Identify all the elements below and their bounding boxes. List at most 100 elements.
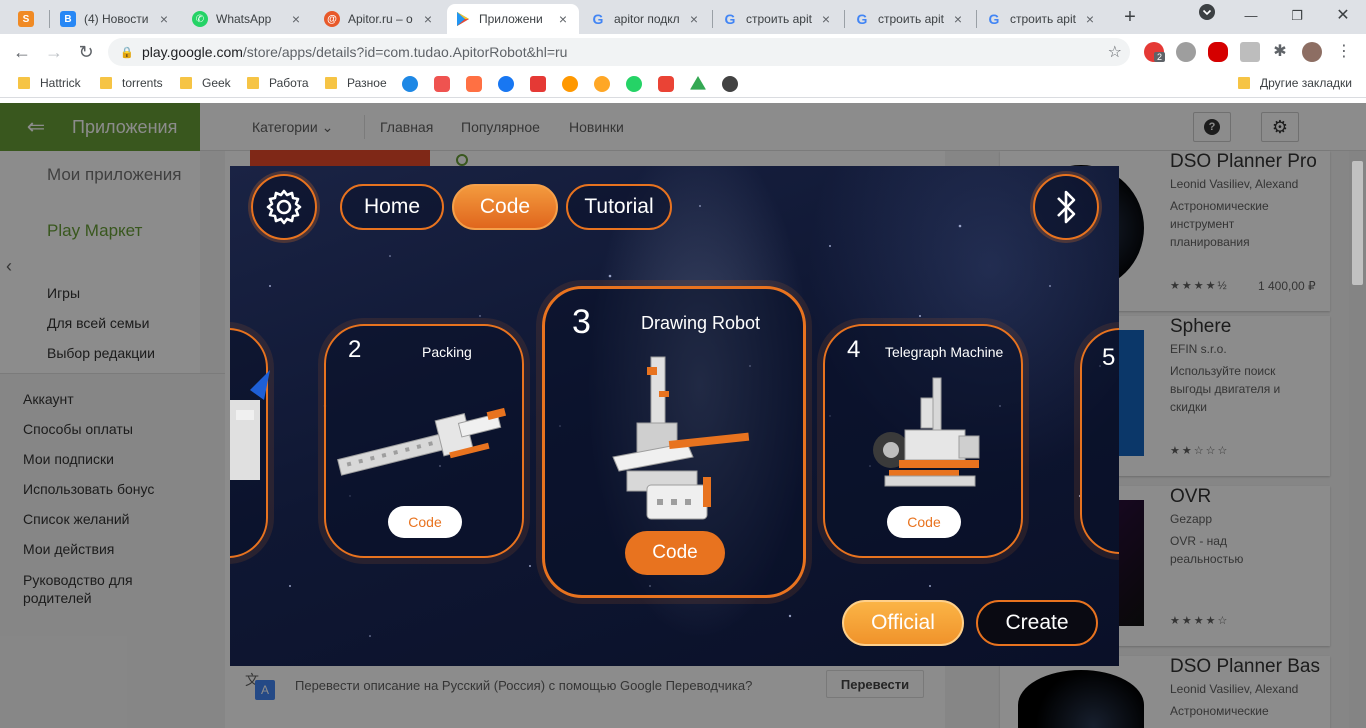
robot-image [230,370,270,480]
tv-icon[interactable] [530,76,546,92]
close-icon[interactable]: × [686,11,702,27]
close-icon[interactable]: × [950,11,966,27]
tab-tutorial[interactable]: Tutorial [566,184,672,230]
address-bar[interactable]: 🔒 play.google.com/store/apps/details?id=… [108,38,1130,66]
folder-icon [180,77,192,89]
gear-icon [266,189,302,225]
bookmark-label: Hattrick [40,76,81,90]
tab-title: Apitor.ru – о [348,12,413,26]
avatar[interactable] [1302,42,1322,62]
browser-tab-7[interactable]: G строить apit × [846,4,974,34]
tab-search-icon[interactable] [1190,4,1224,28]
telegraph-machine-image [873,377,980,487]
tab-title: строить apit [878,12,944,26]
other-bookmarks[interactable]: Другие закладки [1238,76,1352,90]
gmail-icon[interactable] [658,76,674,92]
bookmark-rabota[interactable]: Работа [247,76,309,90]
scrollbar-thumb[interactable] [1352,161,1363,285]
bookmark-star-icon[interactable]: ☆ [1108,42,1122,62]
tab-title: строить apit [1010,12,1076,26]
settings-button[interactable] [251,174,317,240]
close-icon[interactable]: × [288,11,304,27]
beta-icon[interactable] [594,76,610,92]
create-button[interactable]: Create [976,600,1098,646]
close-icon[interactable]: × [156,11,172,27]
reel-icon[interactable] [562,76,578,92]
google-icon: G [856,11,868,27]
tab-code[interactable]: Code [452,184,558,230]
opera-extension-icon[interactable] [1208,42,1228,62]
code-button[interactable]: Code [625,531,725,575]
bluetooth-icon [1057,190,1076,224]
folder-icon [100,77,112,89]
bookmark-label: Geek [202,76,231,90]
whatsapp-icon[interactable] [626,76,642,92]
adblock-extension-icon[interactable]: 2 [1144,42,1166,62]
code-button[interactable]: Code [388,506,462,538]
browser-tab-6[interactable]: G строить apit × [714,4,842,34]
browser-tab-3[interactable]: @ Apitor.ru – о × [316,4,444,34]
vk-icon: B [60,11,76,27]
google-drive-icon[interactable] [690,76,706,90]
project-card-1[interactable] [230,328,270,558]
reload-icon[interactable]: ↻ [74,40,98,64]
profile-extension-icon[interactable] [1240,42,1260,62]
puzzle-extensions-icon[interactable]: ✱ [1270,42,1290,62]
tab-strip: S B (4) Новости × ✆ WhatsApp × @ Apitor.… [0,0,1366,34]
official-button[interactable]: Official [842,600,964,646]
bookmark-torrents[interactable]: torrents [100,76,163,90]
tab-title: (4) Новости [84,12,149,26]
tab-separator [49,10,50,28]
tab-title: строить apit [746,12,812,26]
shield-icon[interactable] [466,76,482,92]
bluetooth-button[interactable] [1033,174,1099,240]
extension-badge: 2 [1154,52,1166,62]
tab-home[interactable]: Home [340,184,444,230]
lock-icon: 🔒 [120,46,134,59]
app-screenshot: Home Code Tutorial 2 Packing Code 3 Draw… [230,166,1119,666]
browser-tab-2[interactable]: ✆ WhatsApp × [184,4,312,34]
close-icon[interactable]: × [420,11,436,27]
window-close-icon[interactable]: ✕ [1326,4,1360,28]
back-icon[interactable]: ← [10,40,34,64]
project-name: Drawing Robot [641,313,761,333]
mail-ru-icon[interactable] [402,76,418,92]
maximize-icon[interactable]: ❐ [1280,4,1314,28]
url-host: play.google.com [142,44,243,60]
close-icon[interactable]: × [1082,11,1098,27]
code-button[interactable]: Code [887,506,961,538]
browser-tab-0[interactable]: S [10,4,46,34]
new-tab-button[interactable]: + [1119,6,1141,28]
project-number: 5 [1102,344,1116,371]
project-card-4[interactable]: 4 Telegraph Machine Code [823,324,1023,558]
menu-icon[interactable]: ⋮ [1334,42,1354,62]
project-number: 2 [348,336,362,363]
drawing-robot-image [612,356,750,520]
extension-icon[interactable] [1176,42,1196,62]
project-card-3[interactable]: 3 Drawing Robot Code [542,286,806,598]
minimize-icon[interactable]: — [1234,4,1268,28]
project-card-2[interactable]: 2 Packing Code [324,324,524,558]
film-icon[interactable] [722,76,738,92]
browser-toolbar: ← → ↻ 🔒 play.google.com/store/apps/detai… [0,34,1366,70]
facebook-icon[interactable] [498,76,514,92]
whatsapp-icon: ✆ [192,11,208,27]
bookmark-label: torrents [122,76,163,90]
project-card-5[interactable]: 5 [1080,328,1119,554]
bookmark-hattrick[interactable]: Hattrick [18,76,81,90]
forward-icon[interactable]: → [42,40,66,64]
bookmark-raznoe[interactable]: Разное [325,76,387,90]
browser-tab-5[interactable]: G apitor подкл × [582,4,710,34]
tab-separator [712,10,713,28]
bookmark-label: Работа [269,76,309,90]
browser-tab-1[interactable]: B (4) Новости × [52,4,180,34]
google-icon: G [592,11,604,27]
tab-title: Приложени [479,12,543,26]
bookmark-geek[interactable]: Geek [180,76,231,90]
browser-tab-8[interactable]: G строить apit × [978,4,1106,34]
browser-tab-4[interactable]: Приложени × [447,4,579,34]
close-icon[interactable]: × [555,11,571,27]
shop-icon[interactable] [434,76,450,92]
close-icon[interactable]: × [818,11,834,27]
google-play-icon [455,11,471,27]
